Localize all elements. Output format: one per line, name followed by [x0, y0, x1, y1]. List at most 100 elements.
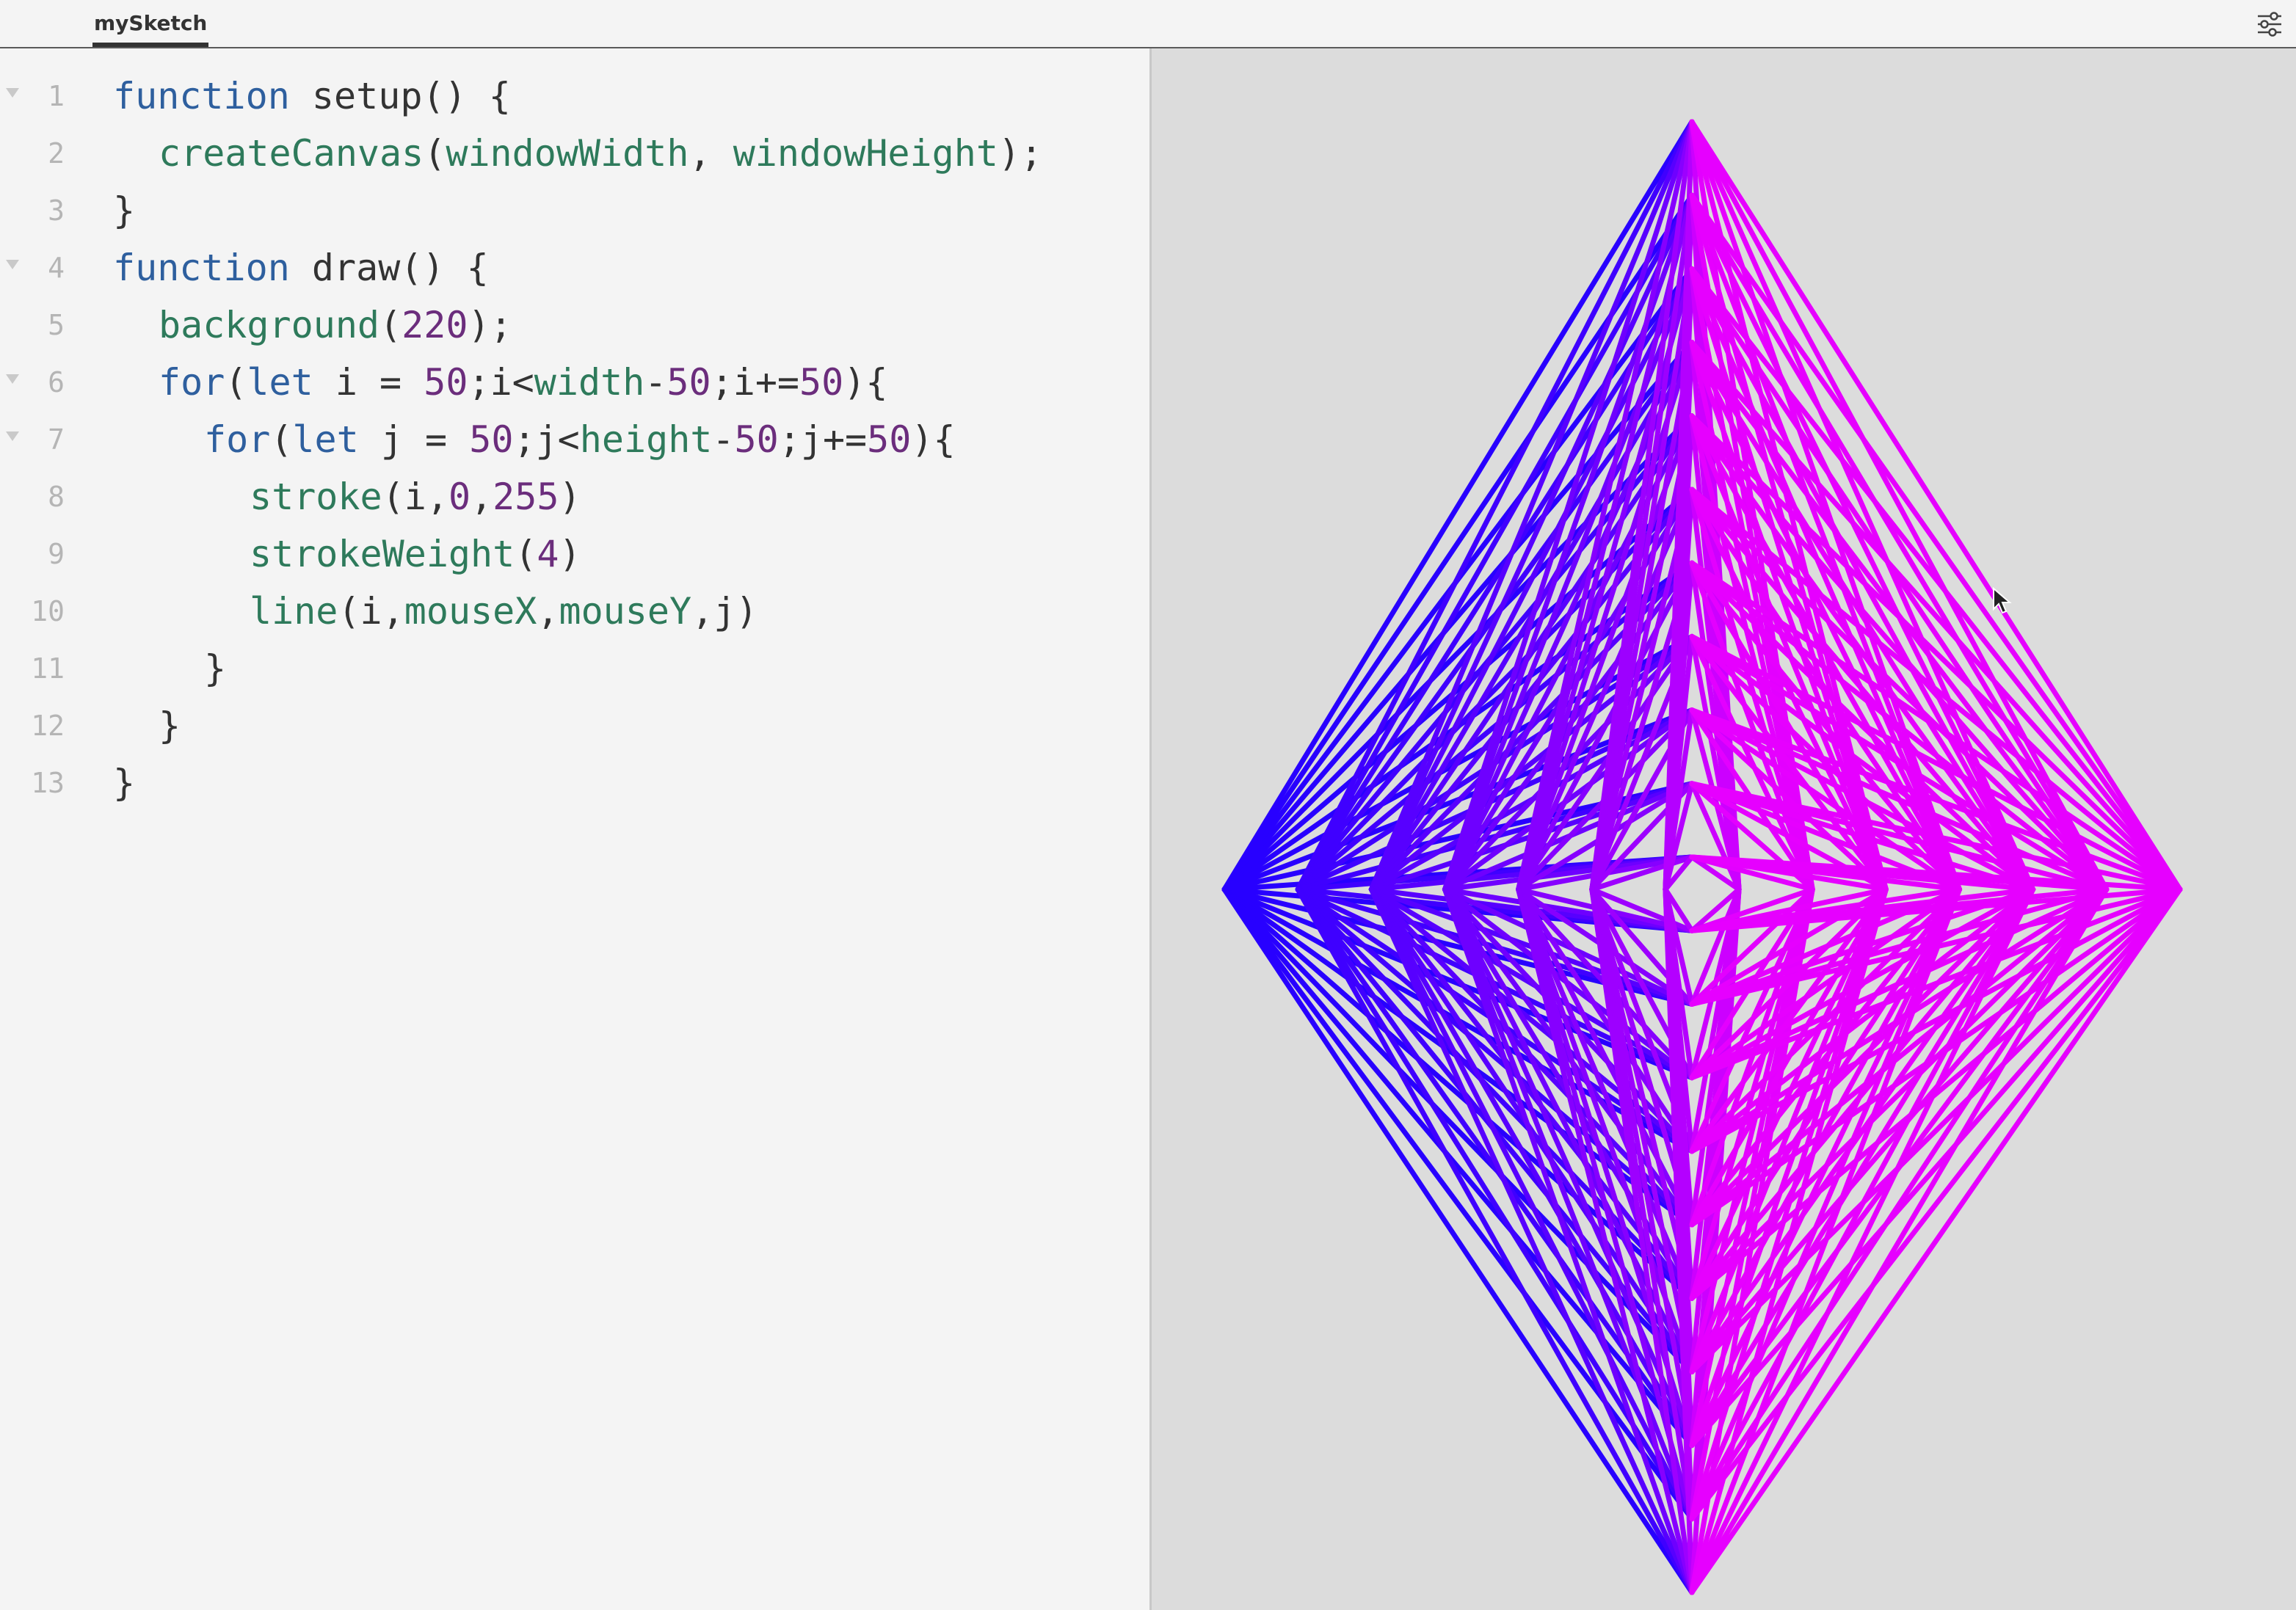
- fold-arrow-icon[interactable]: [6, 260, 19, 269]
- sketch-preview-canvas[interactable]: [1152, 48, 2296, 1610]
- code-token: 50: [734, 418, 779, 461]
- fold-arrow-icon[interactable]: [6, 431, 19, 441]
- code-token: -: [712, 418, 735, 461]
- code-line[interactable]: 12}: [0, 697, 1151, 754]
- code-line[interactable]: 10 line(i,mouseX,mouseY,j): [0, 583, 1151, 640]
- code-token: height: [579, 418, 713, 461]
- code-token: );: [998, 132, 1043, 175]
- code-token: }: [113, 189, 136, 232]
- line-number: 4: [48, 252, 65, 284]
- code-token: 220: [402, 304, 468, 346]
- code-token: ;j<: [513, 418, 580, 461]
- code-text[interactable]: for(let j = 50;j<height-50;j+=50){: [204, 411, 956, 468]
- code-text[interactable]: line(i,mouseX,mouseY,j): [250, 583, 758, 640]
- sliders-icon[interactable]: [2255, 10, 2284, 38]
- code-token: 50: [469, 418, 514, 461]
- code-line[interactable]: 11}: [0, 640, 1151, 697]
- fold-arrow-icon[interactable]: [6, 88, 19, 98]
- code-token: 50: [666, 361, 711, 404]
- code-token: ): [559, 533, 581, 575]
- line-number: 5: [48, 309, 65, 341]
- code-token: mouseY: [559, 590, 692, 633]
- code-line[interactable]: 2 createCanvas(windowWidth, windowHeight)…: [0, 125, 1151, 182]
- code-token: (: [225, 361, 247, 404]
- line-number: 2: [48, 137, 65, 170]
- code-token: (: [379, 304, 402, 346]
- code-text[interactable]: stroke(i,0,255): [250, 468, 581, 525]
- code-text[interactable]: background(220);: [159, 296, 512, 354]
- code-token: createCanvas: [159, 132, 424, 175]
- code-token: i =: [313, 361, 424, 404]
- code-token: ): [559, 476, 581, 518]
- code-token: 255: [493, 476, 559, 518]
- line-number: 3: [48, 194, 65, 227]
- code-token: }: [159, 704, 181, 747]
- code-text[interactable]: for(let i = 50;i<width-50;i+=50){: [159, 354, 887, 411]
- code-token: 50: [424, 361, 468, 404]
- fold-arrow-icon[interactable]: [6, 374, 19, 384]
- code-token: 4: [537, 533, 559, 575]
- sketch-output: [1221, 119, 2183, 1595]
- code-line[interactable]: 7 for(let j = 50;j<height-50;j+=50){: [0, 411, 1151, 468]
- code-token: draw() {: [289, 247, 489, 289]
- code-text[interactable]: function setup() {: [113, 68, 511, 125]
- code-token: background: [159, 304, 380, 346]
- code-token: (: [424, 132, 446, 175]
- code-token: ,: [537, 590, 559, 633]
- code-text[interactable]: createCanvas(windowWidth, windowHeight);: [159, 125, 1042, 182]
- code-token: -: [644, 361, 667, 404]
- code-token: windowHeight: [733, 132, 998, 175]
- code-token: width: [534, 361, 645, 404]
- code-token: let: [247, 361, 313, 404]
- code-line[interactable]: 8 stroke(i,0,255): [0, 468, 1151, 525]
- line-number: 6: [48, 366, 65, 398]
- code-line[interactable]: 9 strokeWeight(4): [0, 525, 1151, 583]
- code-editor[interactable]: 1 function setup() {2 createCanvas(windowW…: [0, 48, 1151, 1610]
- code-token: j =: [358, 418, 470, 461]
- code-token: ,: [689, 132, 733, 175]
- code-token: 50: [799, 361, 844, 404]
- code-line[interactable]: 6 for(let i = 50;i<width-50;i+=50){: [0, 354, 1151, 411]
- code-line[interactable]: 13}: [0, 754, 1151, 812]
- code-token: setup() {: [289, 75, 511, 117]
- code-line[interactable]: 3}: [0, 182, 1151, 239]
- code-text[interactable]: }: [159, 697, 181, 754]
- code-token: ,: [471, 476, 493, 518]
- code-token: ){: [843, 361, 888, 404]
- code-text[interactable]: strokeWeight(4): [250, 525, 581, 583]
- code-token: (: [270, 418, 293, 461]
- code-token: windowWidth: [446, 132, 689, 175]
- code-token: ;i<: [468, 361, 534, 404]
- code-token: (: [515, 533, 537, 575]
- code-token: strokeWeight: [250, 533, 515, 575]
- code-text[interactable]: function draw() {: [113, 239, 489, 296]
- code-token: ;j+=: [778, 418, 868, 461]
- line-number: 1: [48, 80, 65, 112]
- sketch-tab[interactable]: mySketch: [92, 0, 209, 47]
- code-token: (i,: [338, 590, 404, 633]
- code-token: ,j): [691, 590, 758, 633]
- code-token: function: [113, 247, 290, 289]
- code-text[interactable]: }: [204, 640, 226, 697]
- line-number: 12: [31, 710, 65, 742]
- code-token: (i,: [382, 476, 448, 518]
- line-number: 10: [31, 595, 65, 627]
- code-token: for: [159, 361, 225, 404]
- code-token: let: [292, 418, 359, 461]
- line-number: 9: [48, 538, 65, 570]
- code-line[interactable]: 1 function setup() {: [0, 68, 1151, 125]
- line-pattern: [1221, 119, 2183, 1595]
- code-token: }: [204, 647, 227, 690]
- line-number: 7: [48, 423, 65, 456]
- line-number: 13: [31, 767, 65, 799]
- code-token: for: [204, 418, 271, 461]
- code-token: );: [468, 304, 512, 346]
- code-token: mouseX: [404, 590, 537, 633]
- code-line[interactable]: 5 background(220);: [0, 296, 1151, 354]
- code-token: 0: [448, 476, 471, 518]
- code-token: function: [113, 75, 290, 117]
- code-text[interactable]: }: [113, 182, 135, 239]
- code-line[interactable]: 4 function draw() {: [0, 239, 1151, 296]
- code-text[interactable]: }: [113, 754, 135, 812]
- line-number: 11: [31, 652, 65, 685]
